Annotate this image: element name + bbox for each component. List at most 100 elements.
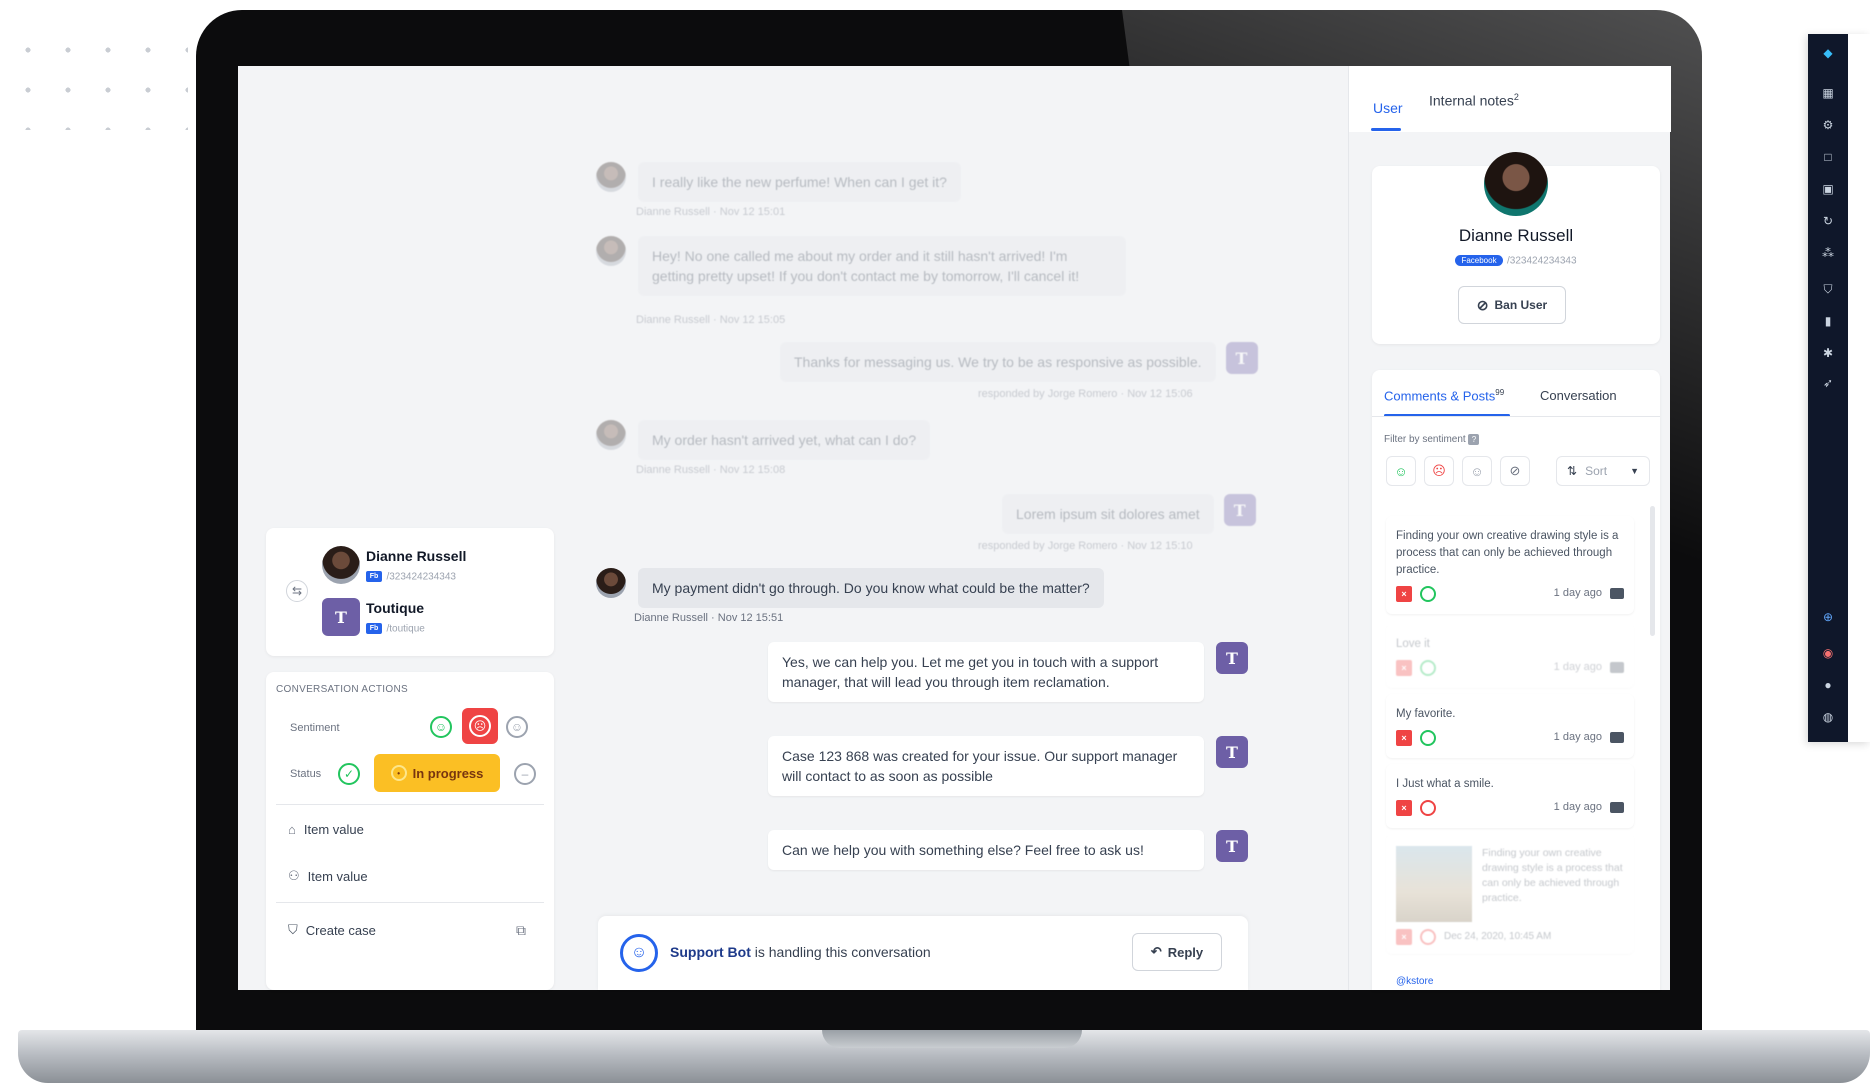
tab-user[interactable]: User (1373, 100, 1403, 116)
sort-dropdown[interactable]: ⇅ Sort ▼ (1556, 456, 1650, 486)
facebook-badge: Facebook (1455, 255, 1503, 267)
tab-conversation[interactable]: Conversation (1540, 388, 1617, 403)
image-icon[interactable]: ▣ (1820, 182, 1836, 196)
help-icon[interactable]: ● (1820, 678, 1836, 692)
tab-internal-notes[interactable]: Internal notes2 (1429, 92, 1519, 109)
comment-icon (1610, 732, 1624, 743)
brand-name: Toutique (366, 600, 425, 616)
square-icon[interactable]: □ (1820, 150, 1836, 164)
create-case-button[interactable]: ⛉ Create case (288, 922, 376, 938)
footer-link[interactable]: @kstore (1396, 976, 1433, 987)
item-value-row-2[interactable]: ⚇ Item value (288, 868, 368, 884)
message-text: Hey! No one called me about my order and… (638, 236, 1126, 296)
gear-icon[interactable]: ✱ (1820, 346, 1836, 360)
item-value-row-1[interactable]: ⌂ Item value (288, 822, 364, 837)
ban-user-button[interactable]: ⊘ Ban User (1458, 286, 1566, 324)
neutral-sentiment-icon[interactable]: ☺ (506, 716, 528, 738)
in-progress-status-button[interactable]: • In progress (374, 754, 500, 792)
message-text: Case 123 868 was created for your issue.… (768, 736, 1204, 796)
brand-handle: /toutique (386, 623, 425, 635)
post-text: Finding your own creative drawing style … (1482, 847, 1623, 904)
negative-tag-icon: × (1396, 585, 1412, 602)
network-icon[interactable]: ⁂ (1820, 246, 1836, 260)
message-meta: Dianne Russell · Nov 12 15:51 (634, 612, 784, 624)
customer-avatar (322, 546, 360, 584)
user-avatar-icon[interactable]: ◍ (1820, 710, 1836, 724)
external-link-icon[interactable]: ⧉ (516, 922, 526, 939)
post-item[interactable]: Finding your own creative drawing style … (1386, 516, 1634, 614)
sentiment-label: Sentiment (290, 722, 340, 734)
reply-button[interactable]: ↶ Reply (1132, 933, 1222, 971)
user-profile-card: Dianne Russell Facebook /323424234343 ⊘ B… (1372, 152, 1660, 344)
negative-tag-icon: × (1396, 928, 1412, 945)
filter-negative-button[interactable]: ☹ (1424, 456, 1454, 486)
conversation-actions-card: CONVERSATION ACTIONS Sentiment ☺ ☹ ☺ Sta… (266, 672, 554, 990)
divider (1372, 416, 1660, 417)
sort-label: Sort (1585, 464, 1608, 478)
divider (276, 902, 544, 903)
tag-icon: ⌂ (288, 822, 296, 837)
negative-icon: ☹ (1432, 463, 1446, 478)
positive-sentiment-icon (1420, 659, 1436, 676)
brand-logo-icon: T (1225, 342, 1258, 374)
scrollbar[interactable] (1650, 506, 1655, 636)
chart-icon[interactable]: ▮ (1820, 314, 1836, 328)
message-meta: responded by Jorge Romero · Nov 12 15:06 (978, 388, 1193, 400)
customer-avatar (596, 568, 626, 598)
refresh-icon[interactable]: ↻ (1820, 214, 1836, 228)
rocket-icon[interactable]: ➶ (1820, 376, 1836, 390)
switch-icon[interactable]: ⇆ (286, 580, 308, 602)
negative-sentiment-button[interactable]: ☹ (462, 708, 498, 744)
agent-message-3: Can we help you with something else? Fee… (768, 830, 1248, 870)
sort-icon: ⇅ (1567, 464, 1578, 478)
settings-icon[interactable]: ⚙ (1820, 118, 1836, 132)
message-text: My payment didn't go through. Do you kno… (638, 568, 1104, 608)
post-item[interactable]: Love it × 1 day ago (1386, 624, 1634, 688)
reply-icon: ↶ (1150, 944, 1162, 959)
post-item[interactable]: I Just what a smile. × 1 day ago (1386, 764, 1634, 828)
negative-tag-icon: × (1396, 729, 1412, 746)
post-text: My favorite. (1396, 708, 1456, 720)
post-item[interactable]: Finding your own creative drawing style … (1386, 834, 1634, 954)
post-meta: × 1 day ago (1396, 799, 1624, 816)
help-icon[interactable]: ? (1468, 434, 1480, 445)
clock-icon: • (390, 765, 407, 781)
negative-sentiment-icon (1420, 928, 1436, 945)
brand-platform: Fb /toutique (366, 620, 425, 638)
positive-sentiment-icon[interactable]: ☺ (430, 716, 452, 738)
user-platform: Facebook /323424234343 (1372, 252, 1660, 270)
tab-comments-label: Comments & Posts (1384, 388, 1496, 404)
negative-sentiment-icon (1420, 799, 1436, 816)
post-text: Finding your own creative drawing style … (1396, 530, 1619, 576)
post-item[interactable]: My favorite. × 1 day ago (1386, 694, 1634, 758)
grid-icon[interactable]: ▦ (1820, 86, 1836, 100)
message-meta: Dianne Russell · Nov 12 15:05 (636, 314, 786, 326)
brand-logo-icon: T (1216, 642, 1248, 674)
post-meta: × 1 day ago (1396, 659, 1624, 676)
message-text: My order hasn't arrived yet, what can I … (638, 420, 931, 460)
message-faded-3: Thanks for messaging us. We try to be as… (780, 342, 1258, 382)
calendar-icon (1610, 802, 1624, 813)
filter-positive-button[interactable]: ☺ (1386, 456, 1416, 486)
message-faded-5: Lorem ipsum sit dolores amet T (1002, 494, 1256, 534)
shield-icon[interactable]: ⛉ (1820, 282, 1836, 296)
brand-logo-icon: T (322, 598, 360, 636)
post-time: 1 day ago (1553, 731, 1602, 743)
add-icon[interactable]: ⊕ (1820, 610, 1836, 624)
brand-logo-icon: T (1223, 494, 1256, 526)
filter-none-button[interactable]: ⊘ (1500, 456, 1530, 486)
alert-icon[interactable]: ◉ (1820, 646, 1836, 660)
resolved-status-icon[interactable]: ✓ (338, 763, 360, 785)
closed-status-icon[interactable]: – (514, 763, 536, 785)
actions-title: CONVERSATION ACTIONS (276, 684, 408, 695)
post-meta: × 1 day ago (1396, 585, 1624, 602)
active-tab-indicator (1371, 128, 1401, 131)
people-icon: ⚇ (288, 868, 300, 883)
tab-comments-posts[interactable]: Comments & Posts99 (1384, 388, 1504, 403)
positive-sentiment-icon (1420, 585, 1436, 602)
filter-neutral-button[interactable]: ☺ (1462, 456, 1492, 486)
customer-platform: Fb /323424234343 (366, 568, 456, 586)
post-time: Dec 24, 2020, 10:45 AM (1444, 931, 1552, 942)
chevron-down-icon: ▼ (1630, 466, 1639, 476)
laptop-notch (822, 1030, 1082, 1048)
